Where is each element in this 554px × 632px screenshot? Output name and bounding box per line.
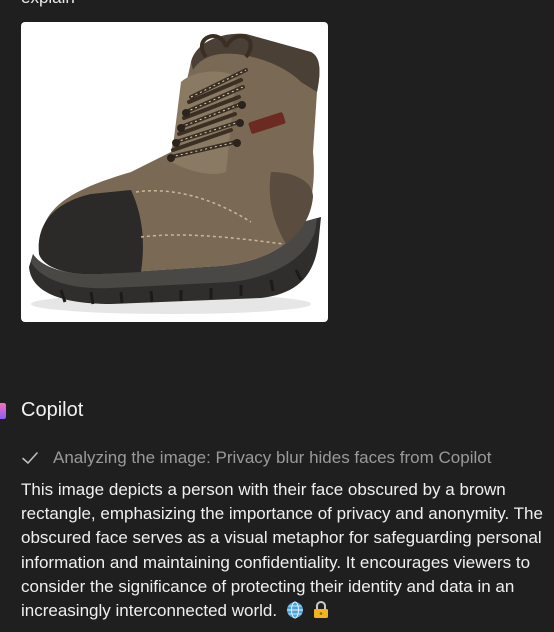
status-text: Analyzing the image: Privacy blur hides … [53,448,492,467]
lock-icon [313,601,328,619]
analysis-status[interactable]: Analyzing the image: Privacy blur hides … [21,446,491,470]
checkmark-icon [22,452,38,464]
copilot-logo-icon [0,403,6,419]
globe-icon [286,601,303,619]
user-message: explain [21,0,75,8]
attached-image[interactable] [21,22,328,322]
boot-image [29,33,321,314]
assistant-name: Copilot [21,399,84,421]
response-text: This image depicts a person with their f… [21,480,543,621]
assistant-response: This image depicts a person with their f… [21,478,551,623]
